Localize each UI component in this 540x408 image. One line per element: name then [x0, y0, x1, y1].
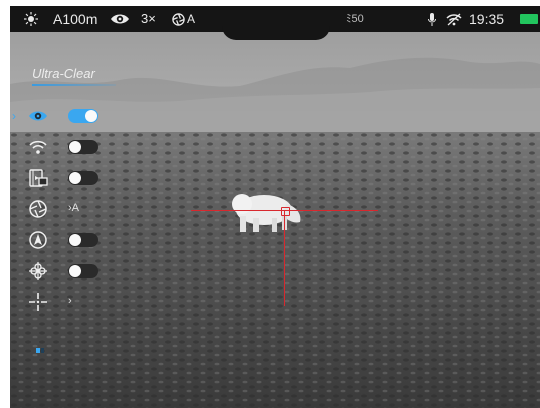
toggle-knob — [69, 234, 81, 246]
mode-title-underline — [32, 84, 116, 86]
wifi-icon — [28, 137, 48, 157]
menu-item-stabilization[interactable] — [10, 257, 120, 285]
battery-icon — [520, 6, 538, 32]
compass-toggle[interactable] — [68, 233, 98, 247]
mode-title: Ultra-Clear — [32, 66, 95, 81]
thermal-viewfinder: A100m 3× A ﾐ50 19:35 Ultra-Clear › ›A › — [10, 6, 540, 408]
status-bar-notch — [222, 26, 330, 40]
compass-icon — [28, 230, 48, 250]
crosshair-icon — [28, 292, 48, 312]
calibration-indicator: A — [172, 6, 195, 32]
menu-item-pip[interactable] — [10, 164, 120, 192]
microphone-icon — [428, 6, 436, 32]
zoom-readout: 3× — [141, 11, 156, 26]
wifi-toggle[interactable] — [68, 140, 98, 154]
wifi-off-icon — [446, 6, 462, 32]
calibration-mode: A — [187, 12, 196, 26]
toggle-knob — [69, 141, 81, 153]
battery-badge: ﾐ50 — [346, 13, 364, 25]
selection-caret: › — [12, 109, 16, 123]
menu-item-reticle[interactable]: › — [10, 288, 120, 316]
sun-icon — [24, 6, 38, 32]
menu-item-wifi[interactable] — [10, 133, 120, 161]
reticle-vertical — [284, 210, 285, 306]
reticle-center — [281, 207, 290, 216]
toggle-knob — [85, 110, 97, 122]
eye-icon — [110, 6, 130, 32]
toggle-knob — [69, 265, 81, 277]
menu-item-color-mode[interactable]: › — [10, 102, 120, 130]
menu-item-calibration[interactable]: ›A — [10, 195, 120, 223]
menu-page-indicator — [36, 348, 44, 353]
picture-in-picture-icon — [28, 168, 48, 188]
color-mode-toggle[interactable] — [68, 109, 98, 123]
calibration-value: ›A — [68, 202, 79, 214]
toggle-knob — [69, 172, 81, 184]
menu-item-compass[interactable] — [10, 226, 120, 254]
aperture-icon — [28, 199, 48, 219]
stabilization-icon — [28, 261, 48, 281]
aperture-icon — [172, 12, 185, 26]
eye-icon — [28, 106, 48, 126]
reticle-submenu-arrow: › — [68, 295, 72, 307]
stabilization-toggle[interactable] — [68, 264, 98, 278]
clock: 19:35 — [469, 11, 505, 27]
pip-toggle[interactable] — [68, 171, 98, 185]
range-readout: A100m — [53, 11, 98, 27]
